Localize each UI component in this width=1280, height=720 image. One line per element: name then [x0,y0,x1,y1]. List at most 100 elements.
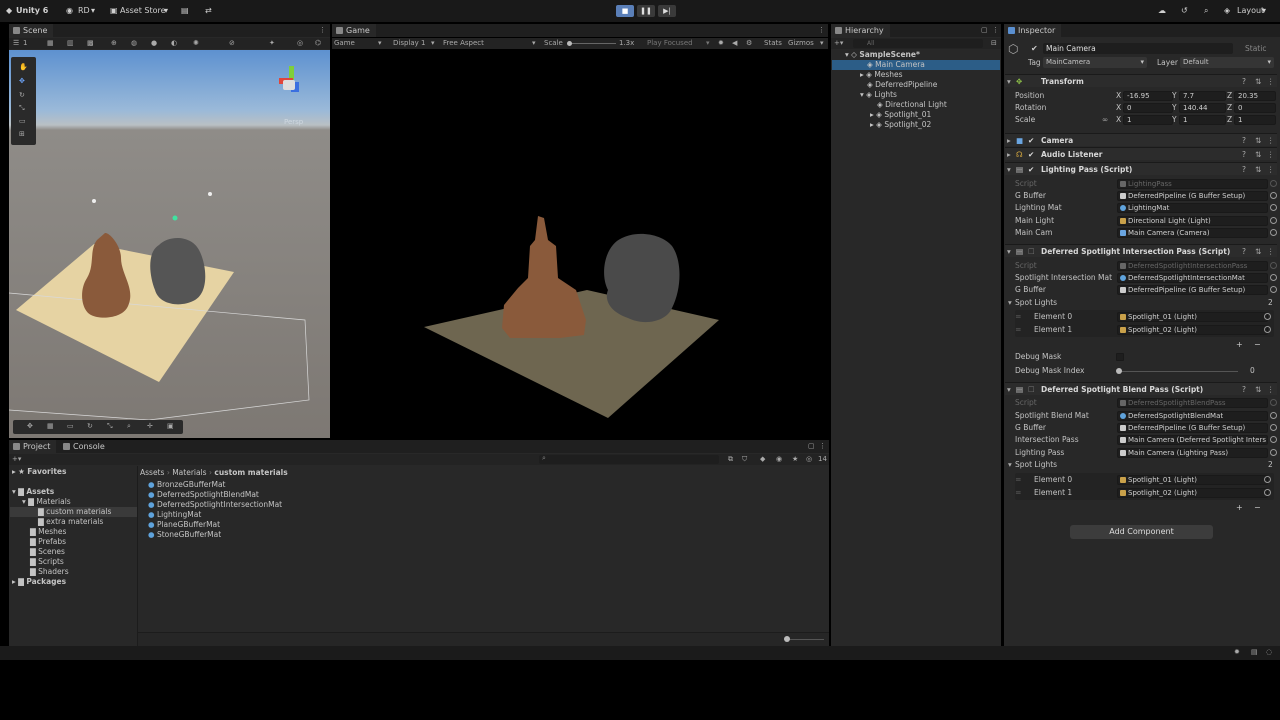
rotate-icon[interactable]: ↻ [87,422,93,430]
more-options-icon[interactable]: ⋮ [819,442,826,450]
blend-pass-header[interactable]: ▾ ▤ ☐ Deferred Spotlight Blend Pass (Scr… [1005,382,1277,395]
x-label[interactable]: X [1116,90,1121,102]
gizmos-button[interactable]: Gizmos [788,38,814,49]
drag-handle-icon[interactable]: ═ [1016,311,1021,323]
object-picker-icon[interactable] [1270,204,1277,211]
project-search-input[interactable]: ⌕ [539,454,719,464]
pivot-icon[interactable]: ✛ [147,422,153,430]
file-item[interactable]: ● BronzeGBufferMat [148,480,225,490]
camera-header[interactable]: ▸ ■ ✔ Camera ? ⇅ ⋮ [1005,133,1277,146]
gbuffer-field[interactable]: DeferredPipeline (G Buffer Setup) [1117,423,1268,433]
element-1-field[interactable]: Spotlight_02 (Light) [1117,325,1268,335]
tab-hierarchy[interactable]: Hierarchy [831,24,890,37]
package-icon[interactable]: ▤ [181,0,189,22]
rotation-z-field[interactable]: 0 [1234,103,1276,113]
visibility-icon[interactable]: ◎ [297,38,303,49]
audio-mute-icon[interactable]: ⊘ [229,38,235,49]
snap-icon[interactable]: ▥ [67,38,74,49]
globe-icon[interactable]: ⊕ [111,38,117,49]
add-icon[interactable]: +▾ [834,38,843,49]
lighting-toggle-icon[interactable]: ✺ [193,38,199,49]
blend-mat-field[interactable]: DeferredSpotlightBlendMat [1117,411,1268,421]
debug-mask-checkbox[interactable] [1116,353,1124,361]
object-name-field[interactable]: Main Camera [1043,43,1233,54]
gbuffer-field[interactable]: DeferredPipeline (G Buffer Setup) [1117,285,1268,295]
shaded-icon[interactable]: ● [151,38,157,49]
intersection-pass-header[interactable]: ▾ ▤ ☐ Deferred Spotlight Intersection Pa… [1005,244,1277,257]
expand-arrow-icon[interactable]: ▾ [1008,297,1012,309]
file-item[interactable]: ● DeferredSpotlightIntersectionMat [148,500,282,510]
help-icon[interactable]: ? [1242,383,1246,396]
remove-element-button[interactable]: − [1254,503,1261,512]
hierarchy-search-input[interactable]: All [853,39,983,48]
move-icon[interactable]: ✥ [27,422,33,430]
file-item[interactable]: ● LightingMat [148,510,201,520]
move-tool-icon[interactable]: ✥ [19,77,25,85]
enable-checkbox[interactable]: ✔ [1028,163,1034,176]
snap-settings-icon[interactable]: ▩ [87,38,94,49]
file-item[interactable]: ● StoneGBufferMat [148,530,221,540]
object-picker-icon[interactable] [1264,313,1271,320]
more-options-icon[interactable]: ⋮ [1267,134,1275,147]
wireframe-icon[interactable]: ◍ [131,38,137,49]
z-label[interactable]: Z [1227,114,1232,126]
object-picker-icon[interactable] [1270,286,1277,293]
grid-icon[interactable]: ▦ [47,422,54,430]
spot-lights-count[interactable]: 2 [1268,459,1273,471]
y-label[interactable]: Y [1172,114,1177,126]
more-options-icon[interactable]: ⋮ [1267,148,1275,161]
intersection-mat-field[interactable]: DeferredSpotlightIntersectionMat [1117,273,1268,283]
expand-arrow-icon[interactable]: ▸ [1007,148,1011,161]
enable-checkbox[interactable]: ✔ [1028,134,1034,147]
grid-icon[interactable]: ▦ [47,38,54,49]
orientation-gizmo[interactable]: Persp [273,62,313,126]
spot-lights-count[interactable]: 2 [1268,297,1273,309]
hidden-packages-icon[interactable]: ◉ [776,454,782,465]
layer-dropdown[interactable]: Default ▾ [1180,57,1274,68]
play-button[interactable]: ■ [616,5,634,17]
rect-icon[interactable]: ▭ [67,422,74,430]
asset-store-button[interactable]: Asset Store [120,0,166,22]
preset-icon[interactable]: ⇅ [1255,134,1261,147]
favorite-icon[interactable]: ★ [792,454,798,465]
rotate-tool-icon[interactable]: ↻ [19,91,25,99]
tree-item-prefabs[interactable]: ▇ Prefabs [30,537,66,547]
drag-handle-icon[interactable]: ═ [1016,487,1021,499]
link-icon[interactable]: ∞ [1102,114,1108,126]
expand-arrow-icon[interactable]: ▾ [1007,245,1011,258]
tree-item-scenes[interactable]: ▇ Scenes [30,547,65,557]
tab-project[interactable]: Project [9,440,57,453]
display-dropdown[interactable]: Display 1 [393,38,425,49]
more-options-icon[interactable]: ⋮ [818,26,825,34]
lighting-pass-field[interactable]: Main Camera (Lighting Pass) [1117,448,1268,458]
transform-tool-icon[interactable]: ⊞ [19,130,25,138]
audio-icon[interactable]: ◀ [732,38,737,49]
file-item[interactable]: ● DeferredSpotlightBlendMat [148,490,259,500]
breadcrumb-materials[interactable]: Materials [172,468,206,477]
transform-header[interactable]: ▾ ✥ Transform ? ⇅ ⋮ [1005,74,1277,87]
frame-debugger-icon[interactable]: ✹ [718,38,724,49]
rotation-y-field[interactable]: 140.44 [1179,103,1226,113]
unity-logo-icon[interactable]: ◆ [6,0,12,22]
center-cube-icon[interactable] [283,80,295,90]
filter-icon[interactable]: ⊟ [991,38,997,49]
more-options-icon[interactable]: ⋮ [992,26,999,34]
help-icon[interactable]: ? [1242,75,1246,88]
lock-icon[interactable]: ▢ [808,442,815,450]
hierarchy-item-samplescene[interactable]: ▾ ◇ SampleScene* [845,50,920,60]
more-options-icon[interactable]: ⋮ [1267,383,1275,396]
hierarchy-item-deferredpipeline[interactable]: ◈ DeferredPipeline [867,80,937,90]
layout-dropdown[interactable]: Layout [1237,0,1264,22]
expand-arrow-icon[interactable]: ▸ [1007,134,1011,147]
help-icon[interactable]: ? [1242,134,1246,147]
hand-icon[interactable]: ☰ [13,38,19,49]
main-light-field[interactable]: Directional Light (Light) [1117,216,1268,226]
tag-icon[interactable]: ◆ [760,454,765,465]
drag-handle-icon[interactable]: ═ [1016,474,1021,486]
preset-icon[interactable]: ⇅ [1255,75,1261,88]
favorites-row[interactable]: ▸ ★ Favorites [12,467,66,477]
hierarchy-item-spotlight-02[interactable]: ▸ ◈ Spotlight_02 [870,120,931,130]
preset-icon[interactable]: ⇅ [1255,148,1261,161]
scale-slider[interactable] [568,43,616,44]
add-icon[interactable]: +▾ [12,454,21,465]
